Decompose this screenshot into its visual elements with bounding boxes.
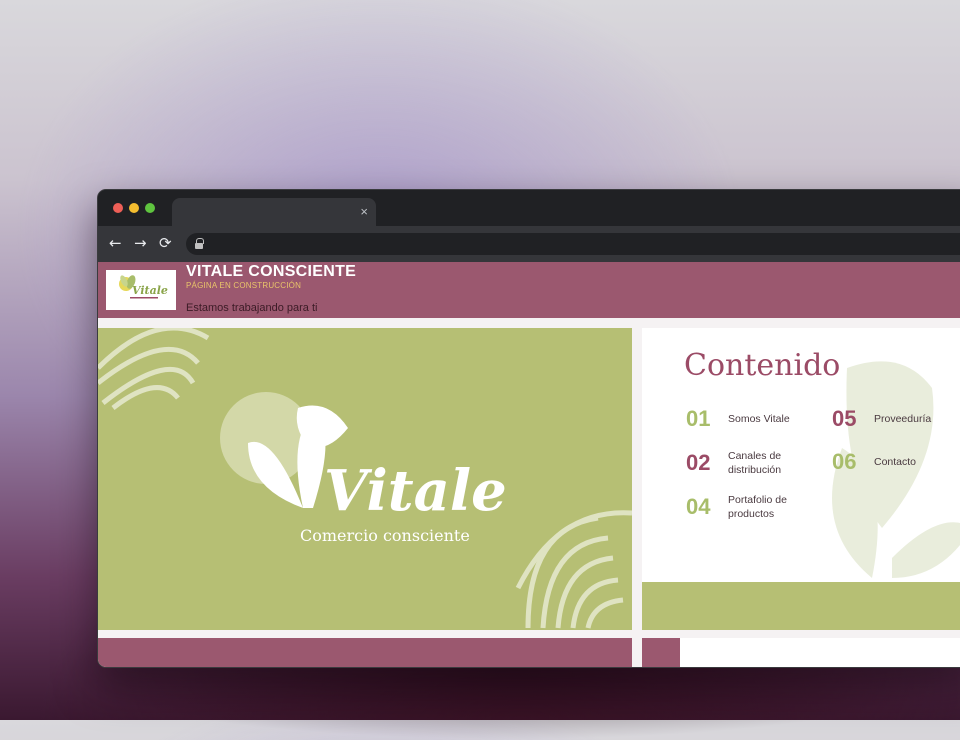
brand-wordmark: Vitale	[324, 458, 507, 524]
title-bar: ×	[98, 190, 960, 226]
content-panel: Contenido 01 Somos Vitale 02 Canales de d…	[642, 328, 960, 582]
next-slide-accent	[642, 638, 680, 667]
minimize-window-button[interactable]	[129, 203, 139, 213]
next-slide-right	[680, 638, 960, 667]
forward-arrow-icon[interactable]: →	[134, 234, 147, 252]
content-title: Contenido	[684, 348, 841, 383]
content-item-label: Proveeduría	[874, 413, 932, 425]
brand-tagline: Comercio consciente	[300, 526, 470, 545]
content-item-somos-vitale[interactable]: 01 Somos Vitale	[686, 406, 790, 432]
back-arrow-icon[interactable]: ←	[109, 234, 122, 252]
page-viewport: Vitale VITALE CONSCIENTE PÁGINA EN CONST…	[98, 262, 960, 667]
content-item-proveeduria[interactable]: 05 Proveeduría	[832, 406, 931, 432]
browser-tab[interactable]: ×	[172, 198, 376, 226]
svg-text:Vitale: Vitale	[132, 284, 168, 297]
content-item-label: Portafolio de productos	[728, 494, 787, 520]
lock-icon	[195, 238, 204, 249]
browser-window: × ← → ⟳ Vitale VITALE CONSCIENTE PÁGINA …	[97, 189, 960, 668]
content-footer-bar	[642, 582, 960, 630]
maximize-window-button[interactable]	[145, 203, 155, 213]
content-item-label: Canales de distribución	[728, 450, 782, 476]
content-item-portafolio[interactable]: 04 Portafolio de productos	[686, 493, 787, 521]
next-slide-left	[98, 638, 632, 667]
content-item-number: 02	[686, 450, 711, 475]
site-header: Vitale VITALE CONSCIENTE PÁGINA EN CONST…	[98, 262, 960, 318]
tab-close-icon[interactable]: ×	[360, 204, 368, 219]
close-window-button[interactable]	[113, 203, 123, 213]
content-item-number: 05	[832, 406, 857, 431]
content-item-canales[interactable]: 02 Canales de distribución	[686, 449, 781, 477]
content-item-label: Somos Vitale	[728, 413, 790, 425]
site-message: Estamos trabajando para ti	[186, 302, 318, 314]
content-item-number: 06	[832, 449, 857, 474]
content-item-label: Contacto	[874, 456, 917, 468]
site-title: VITALE CONSCIENTE	[186, 263, 357, 280]
site-subtitle: PÁGINA EN CONSTRUCCIÓN	[186, 281, 302, 290]
content-item-contacto[interactable]: 06 Contacto	[832, 449, 916, 475]
site-logo[interactable]: Vitale	[106, 270, 176, 310]
hero-banner: Vitale Comercio consciente	[98, 328, 632, 630]
reload-icon[interactable]: ⟳	[159, 234, 172, 252]
content-item-number: 04	[686, 494, 711, 519]
content-item-number: 01	[686, 406, 711, 431]
address-bar[interactable]	[186, 233, 960, 255]
vitale-logo-icon: Vitale	[119, 275, 168, 299]
browser-toolbar: ← → ⟳	[98, 226, 960, 262]
